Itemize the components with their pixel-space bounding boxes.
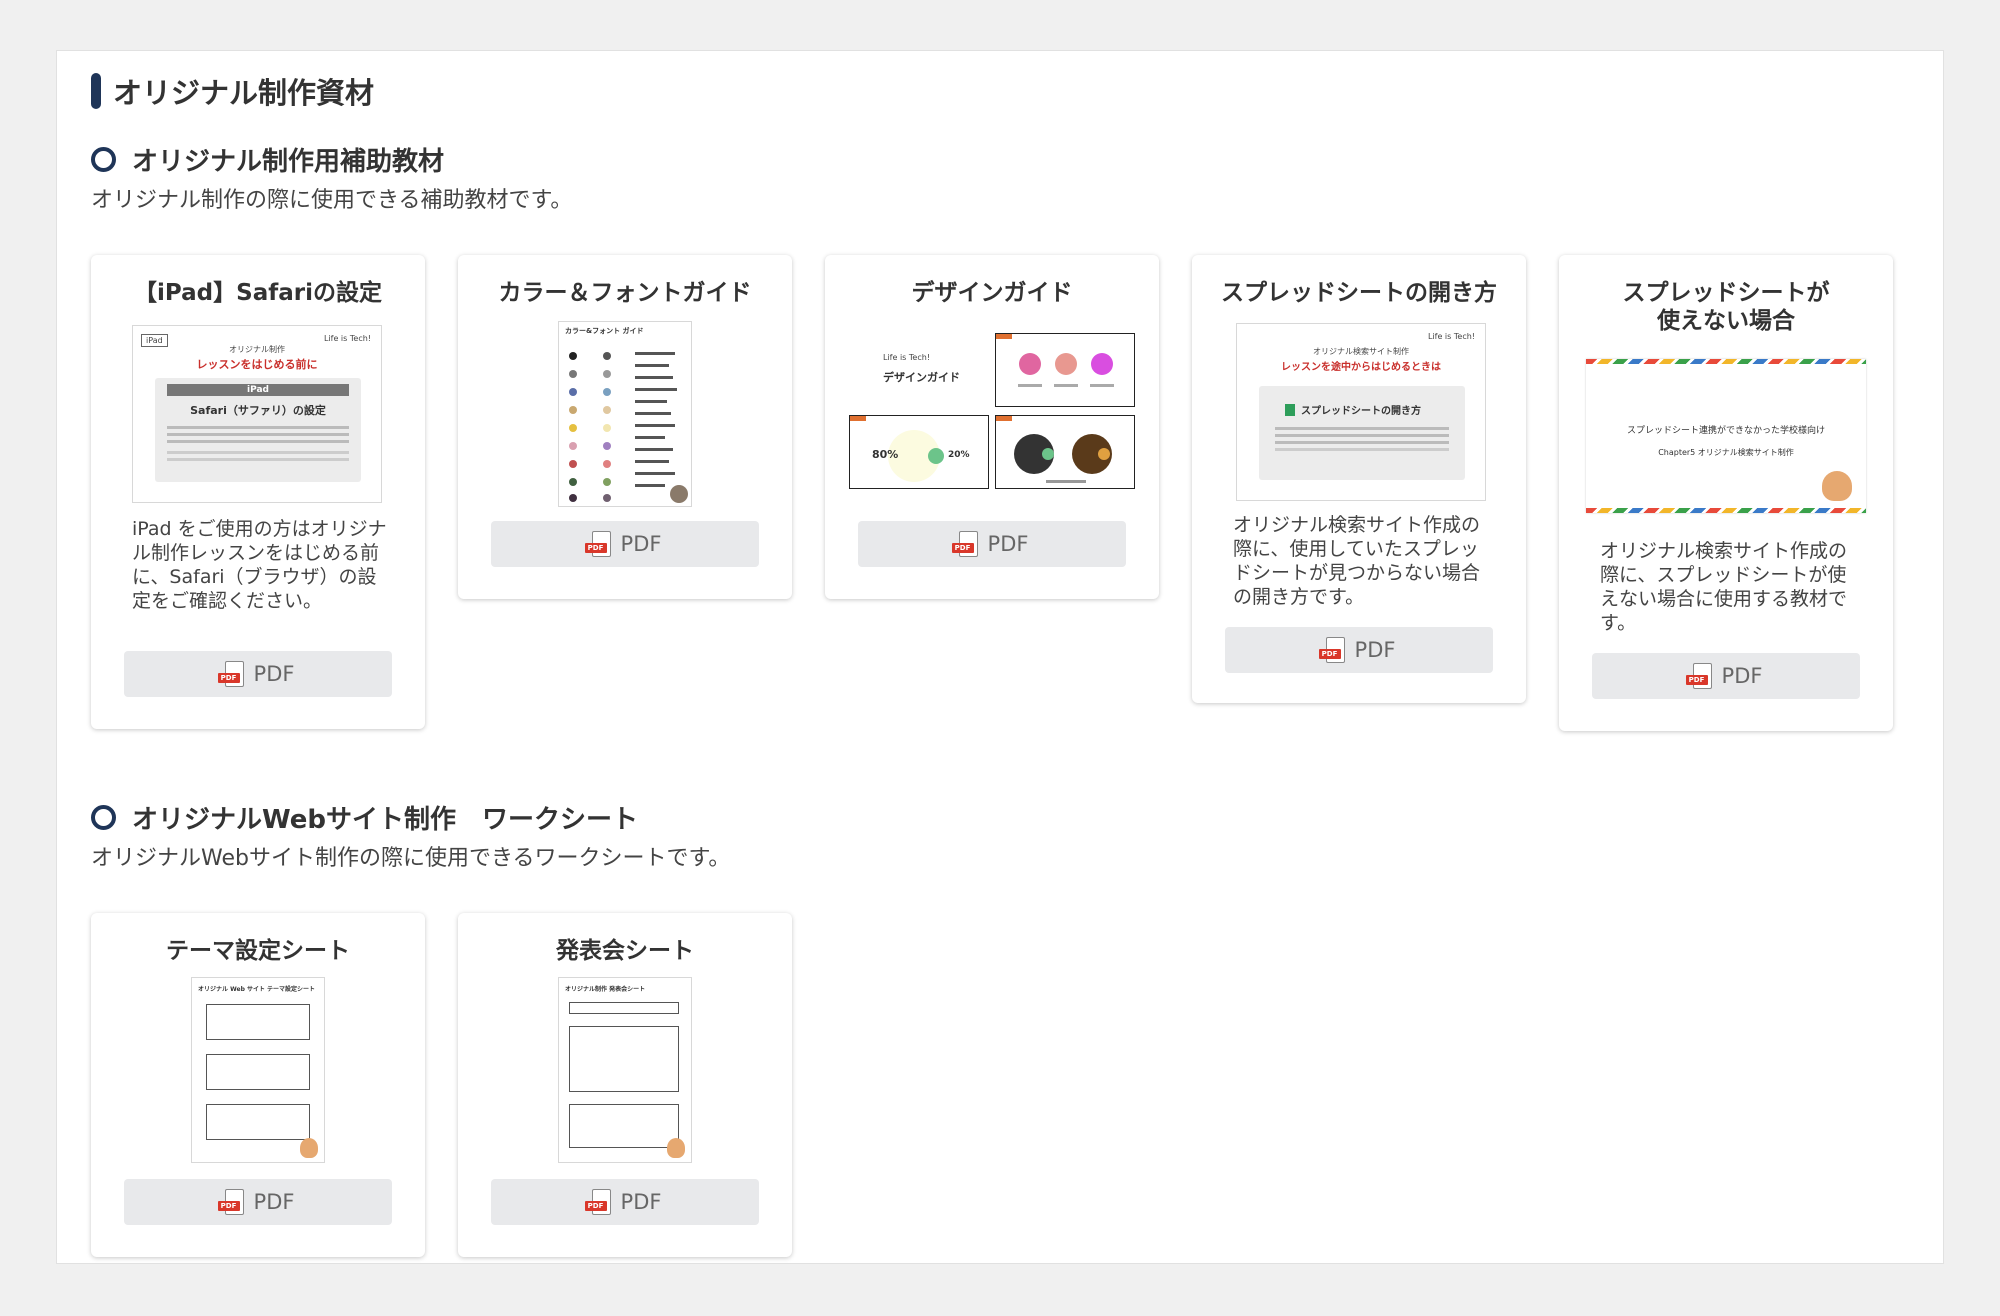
- pdf-button[interactable]: PDF PDF: [1592, 653, 1860, 699]
- pdf-icon: PDF: [1318, 637, 1345, 663]
- section-heading: オリジナル制作用補助教材: [91, 141, 572, 177]
- card-color-font-guide[interactable]: カラー＆フォントガイド カラー&フォント ガイド PDF PDF: [458, 255, 792, 599]
- card-ipad-safari[interactable]: 【iPad】Safariの設定 iPad Life is Tech! オリジナル…: [91, 255, 425, 729]
- thumb-main: デザインガイド: [883, 371, 960, 384]
- thumb-main: スプレッドシートの開き方: [1301, 406, 1421, 417]
- card-title-line-1: スプレッドシートが: [1622, 280, 1830, 306]
- pdf-icon: PDF: [584, 531, 611, 557]
- card-description: オリジナル検索サイト作成の際に、使用していたスプレッドシートが見つからない場合の…: [1233, 514, 1481, 608]
- thumb-stripe-top: [1586, 359, 1866, 364]
- thumb-slide-percent: 80% 20%: [849, 415, 989, 489]
- thumb-percent-20: 20%: [948, 450, 970, 460]
- card-thumbnail[interactable]: スプレッドシート連携ができなかった学校様向け Chapter5 オリジナル検索サ…: [1586, 359, 1866, 513]
- card-title: スプレッドシートの開き方: [1221, 280, 1497, 306]
- thumb-band: iPad: [167, 384, 349, 396]
- thumb-logo: Life is Tech!: [1427, 332, 1475, 341]
- thumb-main: Safari（サファリ）の設定: [190, 404, 326, 417]
- section-heading-text: オリジナルWebサイト制作 ワークシート: [132, 804, 638, 835]
- pdf-button[interactable]: PDF PDF: [491, 521, 759, 567]
- section-heading-text: オリジナル制作用補助教材: [132, 146, 445, 177]
- section-description: オリジナル制作の際に使用できる補助教材です。: [91, 188, 573, 213]
- thumb-line-2: Chapter5 オリジナル検索サイト制作: [1658, 448, 1794, 457]
- thumb-body: スプレッドシートの開き方: [1259, 386, 1465, 480]
- card-thumbnail[interactable]: オリジナル制作 発表会シート: [558, 977, 692, 1163]
- pdf-button-label: PDF: [620, 532, 662, 556]
- card-thumbnail[interactable]: Life is Tech! オリジナル検索サイト制作 レッスンを途中からはじめる…: [1236, 323, 1486, 501]
- thumb-red-heading: レッスンをはじめる前に: [196, 358, 318, 371]
- thumb-slide-circles: [995, 333, 1135, 407]
- thumb-line-1: スプレッドシート連携ができなかった学校様向け: [1626, 426, 1825, 436]
- pdf-button[interactable]: PDF PDF: [124, 1179, 392, 1225]
- thumb-slide-dark: [995, 415, 1135, 489]
- pdf-icon: PDF: [217, 1189, 244, 1215]
- mascot-icon: [1822, 471, 1852, 501]
- pdf-icon: PDF: [217, 661, 244, 687]
- pdf-icon: PDF: [1685, 663, 1712, 689]
- thumb-logo: Life is Tech!: [883, 353, 931, 362]
- card-thumbnail[interactable]: Life is Tech! デザインガイド 80% 20%: [849, 333, 1135, 489]
- card-title: 発表会シート: [556, 938, 694, 964]
- pdf-button[interactable]: PDF PDF: [858, 521, 1126, 567]
- section-description: オリジナルWebサイト制作の際に使用できるワークシートです。: [91, 846, 731, 871]
- pdf-button-label: PDF: [253, 662, 295, 686]
- card-description: オリジナル検索サイト作成の際に、スプレッドシートが使えない場合に使用する教材です…: [1600, 540, 1848, 634]
- card-presentation-sheet[interactable]: 発表会シート オリジナル制作 発表会シート PDF PDF: [458, 913, 792, 1257]
- pdf-icon: PDF: [584, 1189, 611, 1215]
- pdf-button-label: PDF: [1721, 664, 1763, 688]
- sheets-icon: [1285, 403, 1295, 416]
- section-auxiliary-materials: オリジナル制作用補助教材 オリジナル制作の際に使用できる補助教材です。: [91, 141, 572, 215]
- card-title: デザインガイド: [911, 280, 1073, 306]
- pdf-button-label: PDF: [987, 532, 1029, 556]
- card-title: スプレッドシートが 使えない場合: [1559, 279, 1893, 335]
- title-accent-bar: [91, 73, 101, 109]
- thumb-head: オリジナル Web サイト テーマ設定シート: [198, 986, 316, 993]
- mascot-icon: [667, 1138, 685, 1158]
- card-title-line-2: 使えない場合: [1657, 308, 1795, 334]
- section-web-worksheets: オリジナルWebサイト制作 ワークシート オリジナルWebサイト制作の際に使用で…: [91, 799, 730, 873]
- page-title: オリジナル制作資材: [91, 69, 374, 113]
- card-design-guide[interactable]: デザインガイド Life is Tech! デザインガイド 80% 20% PD…: [825, 255, 1159, 599]
- card-thumbnail[interactable]: オリジナル Web サイト テーマ設定シート: [191, 977, 325, 1163]
- card-description: iPad をご使用の方はオリジナル制作レッスンをはじめる前に、Safari（ブラ…: [132, 518, 387, 612]
- pdf-button-label: PDF: [620, 1190, 662, 1214]
- thumb-sub: オリジナル検索サイト制作: [1313, 347, 1409, 356]
- circle-bullet-icon: [91, 804, 116, 830]
- circle-bullet-icon: [91, 146, 116, 172]
- thumb-stripe-bottom: [1586, 508, 1866, 513]
- card-thumbnail[interactable]: iPad Life is Tech! オリジナル制作 レッスンをはじめる前に i…: [132, 325, 382, 503]
- card-title: 【iPad】Safariの設定: [134, 280, 382, 306]
- thumb-logo: Life is Tech!: [323, 334, 371, 343]
- pdf-button[interactable]: PDF PDF: [1225, 627, 1493, 673]
- mascot-icon: [300, 1138, 318, 1158]
- thumb-swatches: [569, 352, 688, 503]
- card-title: カラー＆フォントガイド: [498, 280, 752, 306]
- section-heading: オリジナルWebサイト制作 ワークシート: [91, 799, 730, 835]
- thumb-cover: Life is Tech! デザインガイド: [849, 333, 989, 409]
- thumb-percent-80: 80%: [872, 448, 899, 461]
- pdf-button-label: PDF: [253, 1190, 295, 1214]
- pdf-button-label: PDF: [1354, 638, 1396, 662]
- thumb-head: オリジナル制作 発表会シート: [565, 986, 646, 993]
- thumb-body: iPad Safari（サファリ）の設定: [155, 378, 361, 482]
- card-title: テーマ設定シート: [166, 938, 350, 964]
- main-panel: オリジナル制作資材 オリジナル制作用補助教材 オリジナル制作の際に使用できる補助…: [56, 50, 1944, 1264]
- pdf-button[interactable]: PDF PDF: [491, 1179, 759, 1225]
- pdf-icon: PDF: [951, 531, 978, 557]
- card-theme-sheet[interactable]: テーマ設定シート オリジナル Web サイト テーマ設定シート PDF PDF: [91, 913, 425, 1257]
- card-spreadsheet-unavailable[interactable]: スプレッドシートが 使えない場合 スプレッドシート連携ができなかった学校様向け …: [1559, 255, 1893, 731]
- thumb-sub: オリジナル制作: [229, 345, 285, 354]
- page-title-text: オリジナル制作資材: [113, 76, 375, 110]
- thumb-red-heading: レッスンを途中からはじめるときは: [1281, 362, 1441, 373]
- card-spreadsheet-open[interactable]: スプレッドシートの開き方 Life is Tech! オリジナル検索サイト制作 …: [1192, 255, 1526, 703]
- pdf-button[interactable]: PDF PDF: [124, 651, 392, 697]
- card-thumbnail[interactable]: カラー&フォント ガイド: [558, 321, 692, 507]
